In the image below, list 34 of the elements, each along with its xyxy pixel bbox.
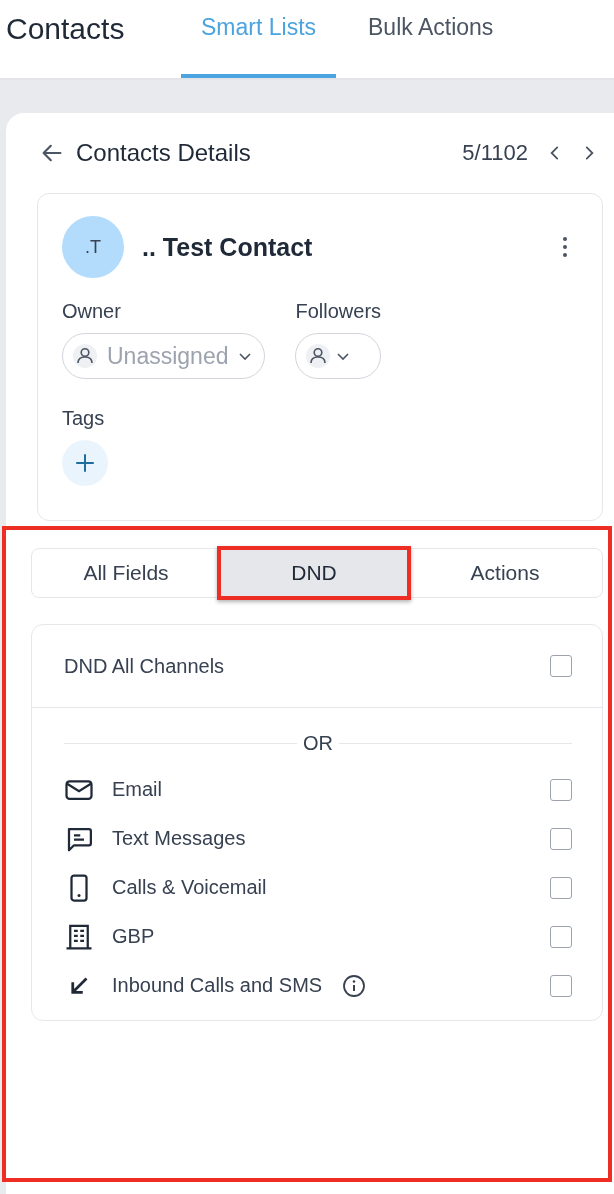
panel-title: Contacts Details — [76, 139, 251, 167]
checkbox[interactable] — [550, 876, 572, 899]
page-title: Contacts — [5, 11, 126, 47]
option-label: Email — [112, 778, 162, 801]
record-position: 5/1102 — [462, 140, 528, 166]
checkbox[interactable] — [550, 974, 572, 997]
user-icon — [73, 344, 97, 368]
caret-icon — [336, 351, 351, 361]
caret-icon — [238, 351, 253, 361]
checkbox[interactable] — [550, 655, 572, 677]
panel-tab[interactable]: Actions — [408, 549, 602, 597]
checkbox[interactable] — [550, 827, 572, 850]
separator-label: OR — [303, 732, 333, 755]
nav-tab[interactable]: Bulk Actions — [348, 0, 514, 78]
contact-name: .. Test Contact — [142, 232, 313, 262]
user-icon — [306, 344, 331, 368]
panel-tab[interactable]: DND — [220, 549, 408, 597]
field-label: Owner — [62, 300, 122, 323]
option-label: Calls & Voicemail — [112, 876, 267, 899]
plus-icon — [74, 452, 96, 474]
panel-tab[interactable]: All Fields — [32, 549, 220, 597]
option-label: Text Messages — [112, 827, 246, 850]
checkbox[interactable] — [550, 778, 572, 801]
followers-dropdown[interactable] — [295, 333, 382, 379]
avatar: .T — [62, 216, 124, 278]
add-tag-button[interactable] — [62, 440, 108, 486]
info-icon[interactable] — [342, 973, 367, 998]
option-label: DND All Channels — [64, 654, 225, 678]
field-label: Followers — [295, 300, 382, 323]
option-label: Inbound Calls and SMS — [112, 974, 323, 997]
more-icon[interactable] — [562, 235, 568, 259]
option-label: GBP — [112, 925, 155, 948]
field-label: Tags — [62, 407, 106, 430]
checkbox[interactable] — [550, 925, 572, 948]
